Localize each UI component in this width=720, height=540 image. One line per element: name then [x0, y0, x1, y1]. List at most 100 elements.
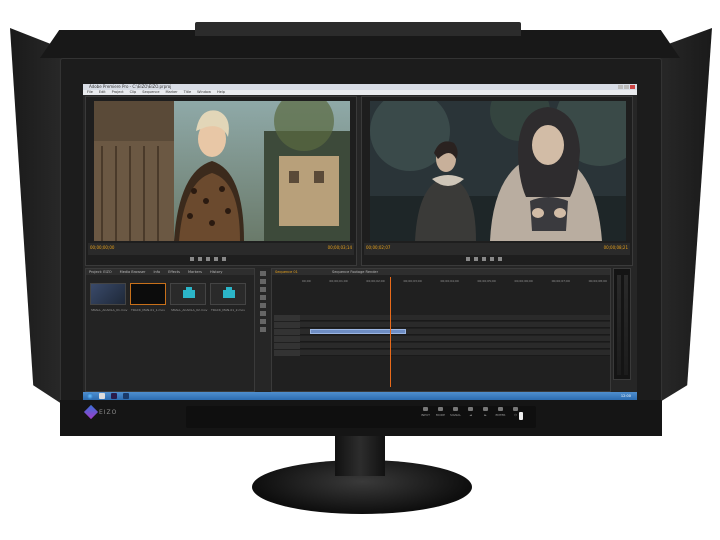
hand-tool-icon[interactable] — [260, 319, 266, 324]
button-indicator — [438, 407, 443, 411]
control-label: ⏻ — [514, 413, 517, 417]
step-back-icon[interactable] — [466, 257, 470, 261]
playhead[interactable] — [390, 277, 391, 387]
extract-icon[interactable] — [498, 257, 502, 261]
track-header[interactable] — [274, 329, 300, 335]
program-transport-buttons — [466, 257, 502, 261]
photoshop-icon[interactable] — [123, 393, 129, 399]
tab-sequence-01[interactable]: Sequence 01 — [275, 269, 298, 275]
taskbar-clock: 12:00 — [620, 394, 631, 398]
close-icon[interactable] — [630, 85, 635, 89]
source-frame-image — [94, 101, 350, 241]
signal-button[interactable]: SIGNAL — [450, 407, 461, 417]
step-forward-icon[interactable] — [482, 257, 486, 261]
menu-title[interactable]: Title — [184, 90, 192, 95]
selection-tool-icon[interactable] — [260, 271, 266, 276]
menu-help[interactable]: Help — [217, 90, 225, 95]
menu-marker[interactable]: Marker — [166, 90, 178, 95]
minimize-icon[interactable] — [618, 85, 623, 89]
monitor-neck — [335, 436, 385, 476]
left-button[interactable]: ◄ — [465, 407, 476, 417]
ruler-mark: 00;00;07;00 — [551, 279, 570, 283]
source-monitor-panel: 00;00;00;00 00;00;03;14 — [85, 96, 357, 266]
tab-media-browser[interactable]: Media Browser — [120, 269, 146, 275]
right-button[interactable]: ► — [480, 407, 491, 417]
time-ruler: 00;00 00;00;01;00 00;00;02;00 00;00;03;0… — [302, 279, 607, 284]
button-indicator — [423, 407, 428, 411]
step-forward-icon[interactable] — [206, 257, 210, 261]
video-clip[interactable] — [310, 329, 406, 334]
menu-clip[interactable]: Clip — [130, 90, 137, 95]
ripple-edit-tool-icon[interactable] — [260, 287, 266, 292]
ruler-mark: 00;00;05;00 — [477, 279, 496, 283]
explorer-icon[interactable] — [99, 393, 105, 399]
input-button[interactable]: INPUT — [420, 407, 431, 417]
premiere-icon[interactable] — [111, 393, 117, 399]
tab-effects[interactable]: Effects — [168, 269, 180, 275]
project-items: SMALL_ACADLA_01.mov TRACK_MAN-01_1.mov S… — [90, 283, 246, 312]
program-transport: 00;00;02;07 00;00;08;21 — [364, 243, 630, 255]
zoom-tool-icon[interactable] — [260, 327, 266, 332]
program-frame-image — [370, 101, 626, 241]
menu-sequence[interactable]: Sequence — [142, 90, 159, 95]
source-video — [94, 101, 350, 241]
button-indicator — [483, 407, 488, 411]
mode-button[interactable]: MODE — [435, 407, 446, 417]
start-icon[interactable] — [87, 393, 93, 399]
slip-tool-icon[interactable] — [260, 303, 266, 308]
razor-tool-icon[interactable] — [260, 295, 266, 300]
insert-icon[interactable] — [214, 257, 218, 261]
menu-project[interactable]: Project — [112, 90, 124, 95]
maximize-icon[interactable] — [624, 85, 629, 89]
track-a2[interactable] — [274, 343, 610, 349]
enter-button[interactable]: ENTER — [495, 407, 506, 417]
monitor-controls: INPUT MODE SIGNAL ◄ ► ENTER ⏻ — [420, 407, 521, 417]
ruler-mark: 00;00;03;00 — [403, 279, 422, 283]
track-header[interactable] — [274, 322, 300, 328]
screen: Adobe Premiere Pro - C:\EIZO\EIZO.prproj… — [83, 84, 637, 400]
ruler-mark: 00;00;01;00 — [329, 279, 348, 283]
play-icon[interactable] — [198, 257, 202, 261]
project-item[interactable]: SMALL_ACADLA_02.mov — [170, 283, 207, 312]
timeline-panel: Sequence 01 Sequence Footage Render 00;0… — [271, 268, 611, 392]
project-item[interactable]: SMALL_ACADLA_01.mov — [90, 283, 127, 312]
ruler-mark: 00;00;02;00 — [366, 279, 385, 283]
lift-icon[interactable] — [490, 257, 494, 261]
track-v3[interactable] — [274, 315, 610, 321]
play-icon[interactable] — [474, 257, 478, 261]
taskbar: 12:00 — [83, 392, 637, 400]
track-header[interactable] — [274, 315, 300, 321]
ruler-mark: 00;00;06;00 — [514, 279, 533, 283]
track-header[interactable] — [274, 350, 300, 356]
menu-window[interactable]: Window — [197, 90, 211, 95]
track-a3[interactable] — [274, 350, 610, 356]
overwrite-icon[interactable] — [222, 257, 226, 261]
tab-markers[interactable]: Markers — [188, 269, 202, 275]
track-a1[interactable] — [274, 336, 610, 342]
menu-file[interactable]: File — [87, 90, 93, 95]
tab-sequence-render[interactable]: Sequence Footage Render — [332, 269, 378, 275]
project-item[interactable]: TRACK_MAN-01_2.mov — [210, 283, 246, 312]
tab-history[interactable]: History — [210, 269, 222, 275]
track-select-tool-icon[interactable] — [260, 279, 266, 284]
program-monitor-panel: 00;00;02;07 00;00;08;21 — [361, 96, 633, 266]
track-header[interactable] — [274, 336, 300, 342]
track-v2[interactable] — [274, 322, 610, 328]
project-item[interactable]: TRACK_MAN-01_1.mov — [130, 283, 166, 312]
pen-tool-icon[interactable] — [260, 311, 266, 316]
tab-info[interactable]: Info — [153, 269, 160, 275]
control-label: ENTER — [495, 413, 506, 417]
meter-left — [617, 275, 621, 375]
tab-project[interactable]: Project: EIZO — [89, 269, 112, 275]
track-header[interactable] — [274, 343, 300, 349]
button-indicator — [513, 407, 518, 411]
monitor-hood-cap — [195, 22, 521, 36]
project-item-label: TRACK_MAN-01_2.mov — [211, 308, 246, 312]
step-back-icon[interactable] — [190, 257, 194, 261]
control-label: MODE — [435, 413, 446, 417]
track-v1[interactable] — [274, 329, 610, 335]
program-timecode-out: 00;00;08;21 — [603, 245, 628, 250]
meter-right — [624, 275, 628, 375]
audio-meters — [613, 268, 631, 380]
menu-edit[interactable]: Edit — [99, 90, 106, 95]
